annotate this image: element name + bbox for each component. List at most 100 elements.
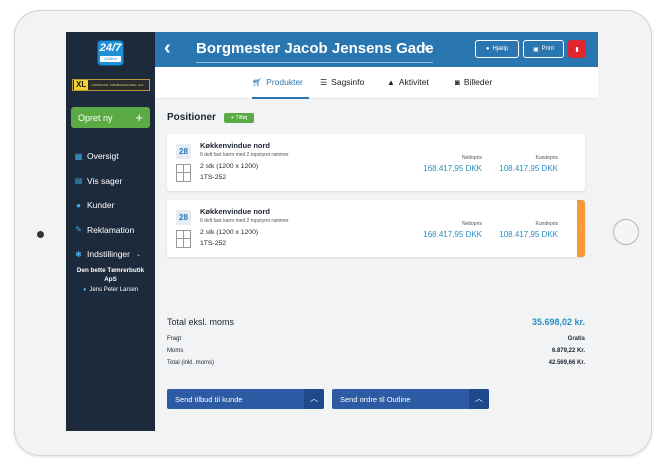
partner-mark: XL — [74, 80, 89, 90]
product-description: 6 delt fast karm med 2 topstyret rammer — [200, 218, 289, 224]
tab-label: Billeder — [463, 77, 493, 87]
tab-bar: 🛒︎ Produkter ☰ Sagsinfo ▲ Aktivitet ◙ Billed… — [155, 67, 598, 99]
product-name: Køkkenvindue nord — [200, 207, 271, 216]
tab-label: Produkter — [266, 77, 304, 87]
home-button[interactable] — [613, 219, 639, 245]
total-row: Total eksl. moms 35.698,02 kr. — [167, 317, 585, 329]
product-code: 1TS-252 — [200, 240, 227, 247]
printer-icon: ▣ — [532, 46, 539, 53]
position-number: 28 — [176, 144, 191, 159]
app-logo[interactable]: 24/7 Outline — [97, 40, 124, 66]
position-card[interactable]: 28 Køkkenvindue nord 6 delt fast karm me… — [167, 134, 585, 191]
create-new-label: Opret ny — [78, 112, 113, 123]
partner-text: HJØRRING TØMMERHANDEL A/S — [91, 83, 144, 87]
user-info[interactable]: ● Jens Peter Larsen — [70, 287, 151, 293]
gear-icon: ✱ — [75, 249, 82, 259]
main-content: Positioner + Tilføj 28 Køkkenvindue nord… — [155, 99, 598, 431]
position-number: 28 — [176, 210, 191, 225]
product-dimension: 2 stk (1200 x 1200) — [200, 229, 259, 236]
freight-value: Gratis — [567, 336, 585, 342]
print-button[interactable]: ▣ Print — [523, 40, 564, 58]
plus-icon: + — [135, 110, 143, 125]
document-icon: ▤ — [74, 176, 83, 186]
freight-label: Fragt — [167, 336, 182, 342]
send-quote-button[interactable]: Send tilbud til kunde ︿ — [167, 389, 324, 409]
person-icon: ● — [76, 200, 81, 210]
sidebar-item-label: Indstillinger — [87, 249, 130, 260]
freight-row: Fragt Gratis — [167, 336, 585, 346]
total-incl-row: Total (inkl. moms) 42.569,66 Kr. — [167, 360, 585, 370]
net-price-label: Nettopris — [461, 221, 482, 227]
positions-title: Positioner — [167, 112, 216, 123]
sidebar-item-label: Vis sager — [87, 175, 123, 186]
company-name: Den bette Tømrerbutik ApS — [76, 267, 145, 283]
swipe-handle[interactable]: ⋮ — [577, 200, 585, 257]
product-code: 1TS-252 — [200, 174, 227, 181]
sidebar: 24/7 Outline XL HJØRRING TØMMERHANDEL A/… — [66, 32, 155, 431]
net-price: 168.417,95 DKK — [423, 164, 482, 173]
net-price: 168.417,95 DKK — [423, 230, 482, 239]
wrench-icon: ✎ — [75, 225, 82, 235]
net-price-label: Nettopris — [461, 155, 482, 161]
back-icon[interactable]: ‹ — [164, 37, 171, 60]
positions-header: Positioner + Tilføj — [167, 112, 255, 123]
create-new-button[interactable]: Opret ny + — [71, 107, 150, 128]
sidebar-item-cases[interactable]: ▤ Vis sager — [74, 169, 154, 194]
dashboard-icon: ▦ — [74, 151, 83, 161]
sidebar-item-settings[interactable]: ✱ Indstillinger ⌄ — [74, 242, 154, 267]
title-underline — [196, 62, 433, 63]
sidebar-item-customers[interactable]: ● Kunder — [74, 193, 154, 218]
user-name: Jens Peter Larsen — [89, 287, 139, 293]
chevron-down-icon: ⌄ — [136, 251, 142, 258]
customer-price-label: Kundepris — [535, 221, 558, 227]
customer-price: 108.417,95 DKK — [499, 164, 558, 173]
top-header: ‹ Borgmester Jacob Jensens Gade ✎ ● Hjæl… — [155, 32, 598, 67]
tab-activity[interactable]: ▲ Aktivitet — [387, 77, 429, 99]
help-button[interactable]: ● Hjælp — [475, 40, 519, 58]
product-description: 6 delt fast karm med 2 topstyret rammer — [200, 152, 289, 158]
send-order-label: Send ordre til Outline — [340, 394, 411, 404]
trash-icon: ▮ — [575, 46, 579, 53]
send-order-button[interactable]: Send ordre til Outline ︿ — [332, 389, 489, 409]
tab-label: Aktivitet — [398, 77, 429, 87]
position-card[interactable]: 28 Køkkenvindue nord 6 delt fast karm me… — [167, 200, 585, 257]
chevron-up-icon[interactable]: ︿ — [469, 389, 489, 409]
customer-price: 108.417,95 DKK — [499, 230, 558, 239]
camera-dot — [37, 231, 44, 238]
window-icon — [176, 230, 191, 248]
chevron-up-icon[interactable]: ︿ — [304, 389, 324, 409]
app-screen: 24/7 Outline XL HJØRRING TØMMERHANDEL A/… — [66, 32, 598, 431]
add-position-button[interactable]: + Tilføj — [223, 112, 255, 123]
logo-text: 24/7 — [99, 42, 122, 54]
bell-icon: ▲ — [387, 78, 395, 87]
delete-button[interactable]: ▮ — [568, 40, 586, 58]
print-label: Print — [541, 46, 554, 52]
sidebar-item-label: Reklamation — [87, 224, 135, 235]
vat-value: 6.879,22 Kr. — [551, 348, 585, 354]
list-icon: ☰ — [320, 78, 328, 87]
cart-icon: 🛒︎ — [252, 78, 263, 87]
logo-subtext: Outline — [100, 56, 121, 62]
sidebar-item-complaints[interactable]: ✎ Reklamation — [74, 218, 154, 243]
partner-logo: XL HJØRRING TØMMERHANDEL A/S — [72, 79, 150, 91]
sidebar-item-overview[interactable]: ▦ Oversigt — [74, 144, 154, 169]
total-incl-value: 42.569,66 Kr. — [548, 360, 585, 366]
sidebar-nav: ▦ Oversigt ▤ Vis sager ● Kunder ✎ Reklam… — [74, 144, 154, 267]
camera-icon: ◙ — [455, 78, 460, 87]
customer-price-label: Kundepris — [535, 155, 558, 161]
send-quote-label: Send tilbud til kunde — [175, 394, 243, 404]
total-label: Total eksl. moms — [167, 317, 235, 327]
edit-icon[interactable]: ✎ — [421, 42, 430, 55]
tab-label: Sagsinfo — [331, 77, 365, 87]
product-name: Køkkenvindue nord — [200, 141, 271, 150]
question-icon: ● — [485, 46, 490, 52]
tab-pictures[interactable]: ◙ Billeder — [455, 77, 492, 99]
total-incl-label: Total (inkl. moms) — [167, 360, 215, 366]
window-icon — [176, 164, 191, 182]
sidebar-item-label: Oversigt — [87, 151, 119, 162]
page-title: Borgmester Jacob Jensens Gade — [196, 40, 434, 57]
help-label: Hjælp — [492, 46, 509, 52]
tab-products[interactable]: 🛒︎ Produkter — [252, 77, 309, 99]
vat-row: Moms 6.879,22 Kr. — [167, 348, 585, 358]
tab-case-info[interactable]: ☰ Sagsinfo — [320, 77, 364, 99]
